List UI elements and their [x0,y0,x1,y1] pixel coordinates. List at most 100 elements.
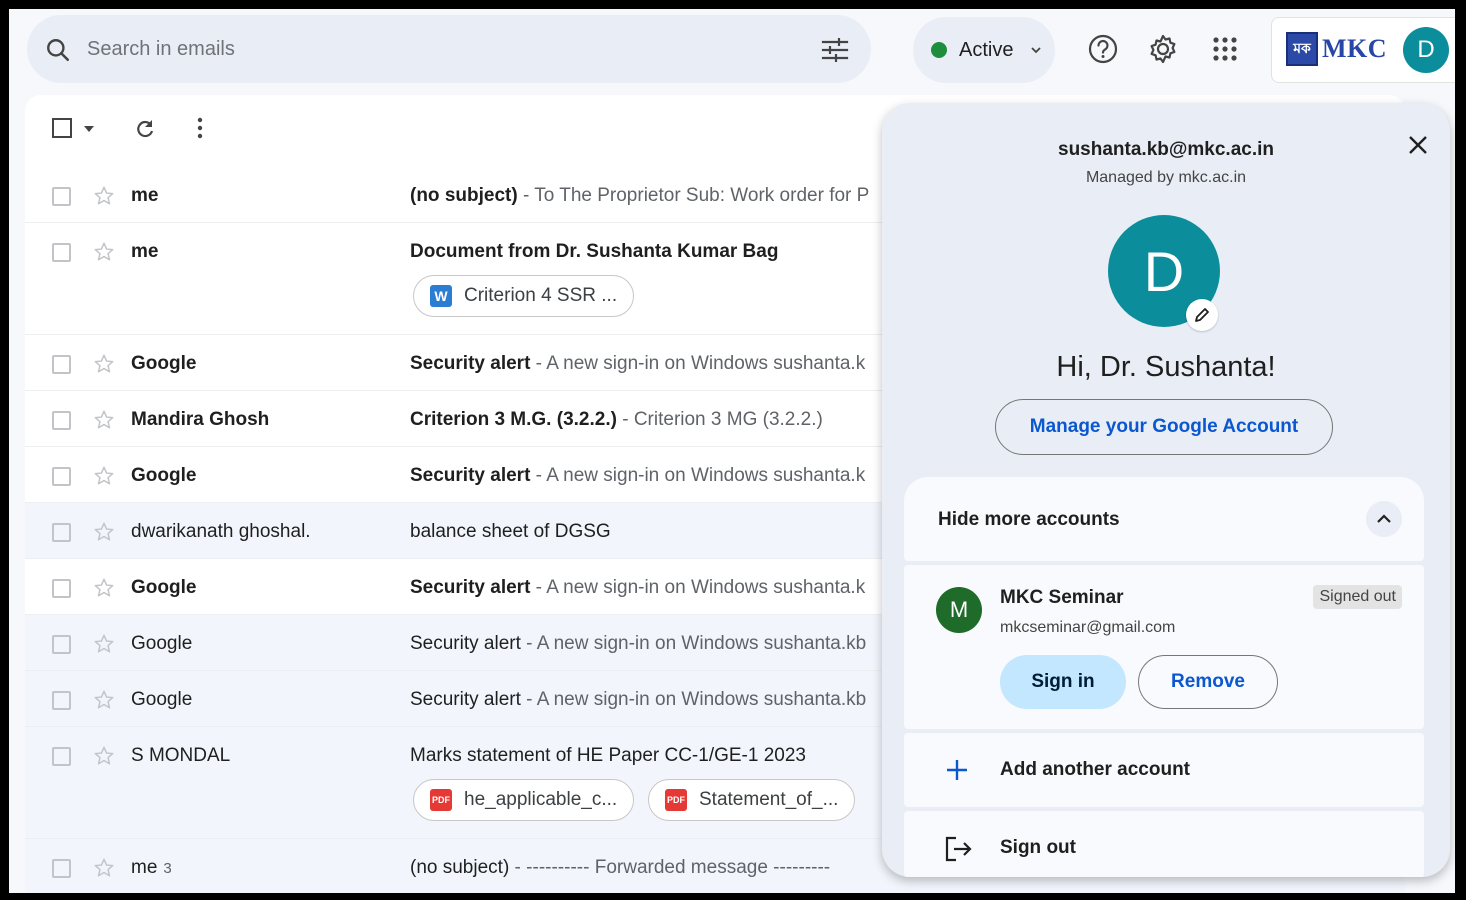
row-checkbox[interactable] [52,243,71,262]
account-avatar[interactable]: D [1403,27,1449,73]
email-subject: Criterion 3 M.G. (3.2.2.) [410,409,617,430]
row-checkbox[interactable] [52,467,71,486]
email-subject-line: Criterion 3 M.G. (3.2.2.) - Criterion 3 … [410,409,823,431]
chevron-up-icon [1377,514,1391,523]
email-snippet: - To The Proprietor Sub: Work order for … [517,185,870,206]
close-icon[interactable] [1406,133,1430,157]
word-file-icon: W [430,285,452,307]
other-account-item: M MKC Seminar mkcseminar@gmail.com Signe… [904,565,1424,729]
select-all-checkbox[interactable] [51,117,73,139]
star-icon[interactable] [93,577,115,604]
attachment-chip[interactable]: PDF he_applicable_c... [413,779,635,821]
email-sender: Google [131,465,197,486]
attachment-name: Statement_of_... [699,789,839,810]
other-account-avatar: M [936,587,982,633]
row-checkbox[interactable] [52,635,71,654]
search-bar[interactable] [27,15,871,83]
email-subject-line: Document from Dr. Sushanta Kumar Bag [410,241,778,263]
row-checkbox[interactable] [52,691,71,710]
status-selector[interactable]: Active [913,17,1055,83]
email-subject-line: Security alert - A new sign-in on Window… [410,689,866,711]
email-sender: me 3 [131,857,172,878]
email-subject: Security alert [410,633,521,654]
email-subject: balance sheet of DGSG [410,521,611,542]
email-sender: Google [131,577,197,598]
apps-grid-icon[interactable] [1209,33,1241,65]
sign-in-button[interactable]: Sign in [1000,655,1126,709]
edit-profile-photo-button[interactable] [1186,299,1218,331]
attachment-name: Criterion 4 SSR ... [464,285,618,306]
help-icon[interactable] [1087,33,1119,65]
email-subject-line: Security alert - A new sign-in on Window… [410,577,865,599]
star-icon[interactable] [93,745,115,772]
row-checkbox[interactable] [52,579,71,598]
status-dot [931,42,947,58]
remove-account-button[interactable]: Remove [1138,655,1278,709]
sign-out-button[interactable]: Sign out [904,811,1424,877]
status-label: Active [959,39,1014,61]
row-checkbox[interactable] [52,523,71,542]
email-subject: Marks statement of HE Paper CC-1/GE-1 20… [410,745,806,766]
email-subject-line: Marks statement of HE Paper CC-1/GE-1 20… [410,745,806,767]
row-checkbox[interactable] [52,859,71,878]
accounts-section: Hide more accounts M MKC Seminar mkcsemi… [904,477,1424,877]
attachment-chip[interactable]: W Criterion 4 SSR ... [413,275,635,317]
email-snippet: - ---------- Forwarded message --------- [509,857,831,878]
manage-account-button[interactable]: Manage your Google Account [995,399,1333,455]
more-options-icon[interactable] [197,117,203,139]
row-checkbox[interactable] [52,355,71,374]
row-checkbox[interactable] [52,747,71,766]
email-subject-line: (no subject) - To The Proprietor Sub: Wo… [410,185,869,207]
sign-out-label: Sign out [1000,837,1076,858]
collapse-button[interactable] [1366,501,1402,537]
hide-more-accounts-label: Hide more accounts [938,509,1120,530]
email-subject: Security alert [410,465,531,486]
chevron-down-icon [1031,47,1041,54]
email-sender: Mandira Ghosh [131,409,270,430]
star-icon[interactable] [93,633,115,660]
star-icon[interactable] [93,185,115,212]
search-input[interactable] [87,31,787,67]
email-sender: me [131,185,159,206]
star-icon[interactable] [93,857,115,884]
email-snippet: - A new sign-in on Windows sushanta.k [530,577,866,598]
select-dropdown-icon[interactable] [83,125,95,133]
star-icon[interactable] [93,241,115,268]
hide-more-accounts-toggle[interactable]: Hide more accounts [904,477,1424,561]
star-icon[interactable] [93,521,115,548]
email-sender: Google [131,353,197,374]
row-checkbox[interactable] [52,411,71,430]
email-snippet: - A new sign-in on Windows sushanta.k [530,353,866,374]
star-icon[interactable] [93,353,115,380]
pdf-file-icon: PDF [430,789,452,811]
pdf-file-icon: PDF [665,789,687,811]
email-subject: Document from Dr. Sushanta Kumar Bag [410,241,779,262]
email-snippet: - A new sign-in on Windows sushanta.kb [520,633,867,654]
account-email: sushanta.kb@mkc.ac.in [1058,139,1274,160]
account-popover: sushanta.kb@mkc.ac.in Managed by mkc.ac.… [882,103,1450,877]
email-snippet: - A new sign-in on Windows sushanta.k [530,465,866,486]
add-another-account-button[interactable]: Add another account [904,733,1424,807]
settings-gear-icon[interactable] [1147,33,1179,65]
search-icon[interactable] [45,37,71,63]
other-account-email: mkcseminar@gmail.com [1000,619,1176,636]
thread-count: 3 [163,860,172,877]
pencil-icon [1195,308,1209,322]
attachment-name: he_applicable_c... [464,789,618,810]
sign-out-icon [945,836,972,862]
star-icon[interactable] [93,465,115,492]
attachment-chip[interactable]: PDF Statement_of_... [648,779,856,821]
star-icon[interactable] [93,689,115,716]
search-options-icon[interactable] [821,37,849,63]
email-subject: Security alert [410,353,531,374]
email-subject-line: (no subject) - ---------- Forwarded mess… [410,857,830,879]
refresh-icon[interactable] [133,117,157,141]
gmail-window: Active মক MKC D me (no subject) - To The … [9,9,1455,893]
row-checkbox[interactable] [52,187,71,206]
email-subject: (no subject) [410,857,510,878]
email-subject-line: balance sheet of DGSG [410,521,611,543]
email-subject: (no subject) [410,185,518,206]
plus-icon [947,760,967,780]
star-icon[interactable] [93,409,115,436]
email-sender: dwarikanath ghoshal. [131,521,311,542]
